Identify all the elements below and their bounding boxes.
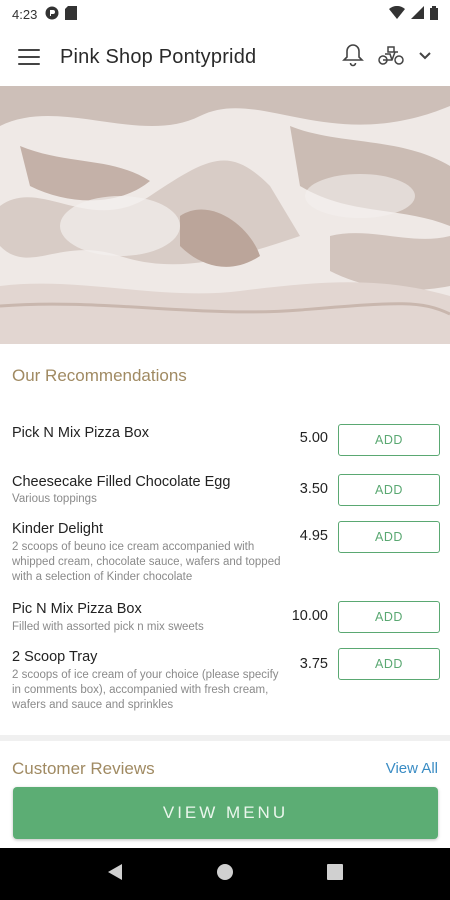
item-description: Filled with assorted pick n mix sweets [12,621,204,633]
hamburger-menu-icon[interactable] [18,49,40,65]
add-button[interactable]: ADD [338,648,440,680]
item-description: Various toppings [12,493,97,505]
item-price: 3.75 [299,656,328,672]
wifi-icon [389,5,405,22]
back-icon[interactable] [107,863,123,886]
bell-icon[interactable] [342,43,364,72]
section-divider [0,735,450,741]
hero-image [0,86,450,344]
recents-icon[interactable] [327,863,344,885]
add-button[interactable]: ADD [338,601,440,633]
item-description: 2 scoops of ice cream of your choice (pl… [12,669,279,711]
item-name: Pic N Mix Pizza Box [12,601,142,617]
page-title: Pink Shop Pontypridd [60,45,257,68]
item-name: Cheesecake Filled Chocolate Egg [12,474,231,490]
recommendations-title: Our Recommendations [12,366,187,385]
add-button[interactable]: ADD [338,424,440,456]
item-price: 4.95 [299,528,328,544]
delivery-scooter-icon[interactable] [378,45,404,70]
reviews-title: Customer Reviews [12,759,155,778]
item-price: 5.00 [299,430,328,446]
battery-icon [430,5,438,23]
add-button[interactable]: ADD [338,521,440,553]
home-icon[interactable] [216,863,234,886]
signal-icon [411,6,424,22]
chevron-down-icon[interactable] [418,48,432,66]
app-notification-icon [45,6,59,23]
item-name: Pick N Mix Pizza Box [12,425,149,441]
system-nav-bar [0,848,450,900]
add-button[interactable]: ADD [338,474,440,506]
view-all-link[interactable]: View All [386,760,438,777]
item-name: 2 Scoop Tray [12,649,98,665]
item-description: 2 scoops of beuno ice cream accompanied … [12,541,281,583]
status-time: 4:23 [12,6,38,22]
view-menu-button[interactable]: VIEW MENU [13,787,438,839]
item-name: Kinder Delight [12,521,104,537]
app-bar: Pink Shop Pontypridd [0,28,450,86]
sd-card-icon [65,5,78,23]
status-bar: 4:23 [0,0,450,28]
item-price: 3.50 [299,481,328,497]
item-price: 10.00 [291,608,328,624]
